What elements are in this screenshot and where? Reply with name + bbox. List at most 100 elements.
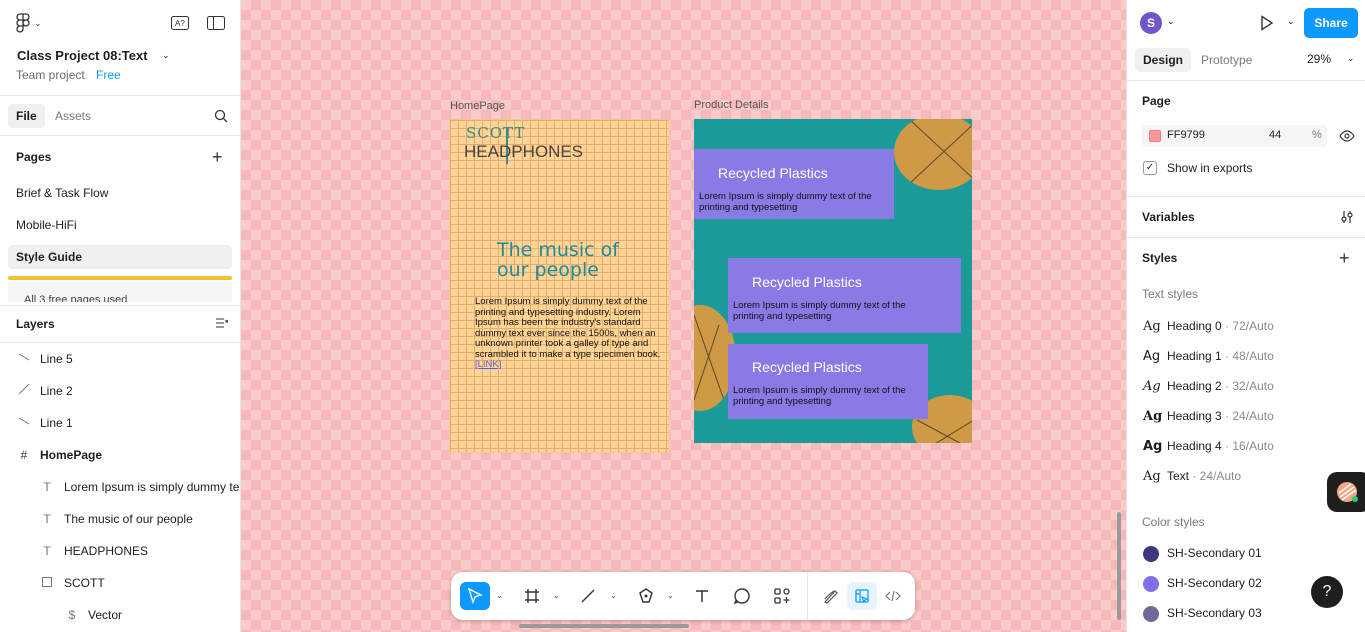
share-button[interactable]: Share	[1304, 8, 1358, 38]
color-opacity[interactable]: 44	[1269, 129, 1281, 141]
free-pages-note: All 3 free pages used	[8, 282, 232, 302]
page-item-brief[interactable]: Brief & Task Flow	[8, 181, 232, 205]
color-style-item[interactable]: SH-Secondary 01	[1143, 546, 1262, 566]
avatar[interactable]: S	[1140, 12, 1162, 34]
present-button[interactable]	[1257, 14, 1277, 32]
layer-row[interactable]: Line 1	[0, 407, 240, 439]
design-mode-button[interactable]	[847, 582, 877, 610]
plugin-widget[interactable]	[1327, 472, 1365, 512]
text-style-item[interactable]: Ag Heading 0 · 72/Auto	[1143, 319, 1274, 339]
logo-headphones[interactable]: HEADPHONES	[464, 142, 583, 162]
product-card[interactable]: Recycled Plastics Lorem Ipsum is simply …	[694, 149, 894, 219]
draw-icon	[824, 590, 838, 604]
layer-label: Vector	[88, 608, 123, 622]
layer-row[interactable]: # HomePage	[0, 439, 240, 471]
vertical-scrollbar[interactable]	[1117, 512, 1121, 620]
project-title[interactable]: Class Project 08:Text	[17, 48, 148, 63]
card-title: Recycled Plastics	[752, 359, 862, 375]
percent-sign: %	[1312, 129, 1322, 141]
card-body: Lorem Ipsum is simply dummy text of the …	[733, 385, 906, 407]
color-swatch[interactable]	[1149, 130, 1161, 142]
visibility-toggle[interactable]	[1337, 127, 1357, 145]
logo-scott[interactable]: SCOTT	[466, 124, 525, 142]
text-style-name: Heading 2	[1167, 379, 1222, 393]
layer-row[interactable]: $ Vector	[0, 599, 240, 631]
chevron-down-icon[interactable]: ⌄	[1287, 16, 1295, 27]
page-item-mobile-hifi[interactable]: Mobile-HiFi	[8, 213, 232, 237]
help-button[interactable]: ?	[1311, 576, 1343, 608]
pen-tool-button[interactable]	[631, 582, 661, 610]
color-style-item[interactable]: SH-Secondary 02	[1143, 576, 1262, 596]
layer-row[interactable]: Line 5	[0, 343, 240, 375]
text-styles-heading: Text styles	[1142, 287, 1199, 301]
line-tool-button[interactable]	[573, 582, 603, 610]
frame-label-product[interactable]: Product Details	[694, 99, 769, 111]
show-in-exports-checkbox[interactable]: ✓	[1143, 161, 1157, 175]
chevron-down-icon[interactable]: ⌄	[610, 591, 617, 600]
text-style-item[interactable]: Ag Heading 4 · 16/Auto	[1143, 439, 1274, 459]
chevron-down-icon[interactable]: ⌄	[1347, 53, 1355, 64]
page-color-field[interactable]: FF9799 44 %	[1142, 125, 1327, 147]
divider	[0, 305, 240, 306]
body-text[interactable]: Lorem Ipsum is simply dummy text of the …	[475, 296, 665, 371]
product-details-frame[interactable]: Recycled Plastics Lorem Ipsum is simply …	[694, 119, 972, 443]
chevron-down-icon[interactable]: ⌄	[553, 591, 560, 600]
canvas[interactable]: HomePage SCOTT HEADPHONES The music of o…	[241, 0, 1126, 632]
layer-row[interactable]: T HEADPHONES	[0, 535, 240, 567]
body-link[interactable]: [LINK]	[475, 359, 501, 370]
headline-text[interactable]: The music of our people	[497, 240, 627, 280]
search-button[interactable]	[211, 107, 231, 125]
actions-tool-button[interactable]	[767, 582, 797, 610]
tab-prototype[interactable]: Prototype	[1193, 48, 1260, 72]
plan-badge[interactable]: Free	[96, 68, 121, 82]
tab-design[interactable]: Design	[1135, 48, 1192, 72]
eye-icon	[1339, 130, 1355, 142]
ai-text-button[interactable]: A?	[170, 14, 190, 32]
add-style-icon[interactable]: +	[1339, 249, 1350, 267]
chevron-down-icon[interactable]: ⌄	[496, 591, 503, 600]
toggle-sidebar-button[interactable]	[206, 14, 226, 32]
collapse-layers-button[interactable]	[212, 314, 232, 332]
variables-settings-button[interactable]	[1337, 208, 1357, 226]
draw-mode-button[interactable]	[816, 582, 846, 610]
layer-row[interactable]: SCOTT	[0, 567, 240, 599]
chevron-down-icon[interactable]: ⌄	[162, 50, 170, 61]
text-style-item[interactable]: Ag Text · 24/Auto	[1143, 469, 1241, 489]
move-tool-button[interactable]	[460, 582, 490, 610]
project-header: ⌄ A? Class Project 08:Text ⌄ Team projec…	[0, 0, 240, 96]
tab-file[interactable]: File	[8, 104, 45, 128]
tab-assets[interactable]: Assets	[47, 104, 99, 128]
left-panel: ⌄ A? Class Project 08:Text ⌄ Team projec…	[0, 0, 241, 632]
layers-heading: Layers	[16, 317, 55, 331]
color-hex[interactable]: FF9799	[1167, 129, 1205, 141]
text-style-item[interactable]: Ag Heading 3 · 24/Auto	[1143, 409, 1274, 429]
chevron-down-icon[interactable]: ⌄	[1167, 16, 1175, 27]
text-style-item[interactable]: Ag Heading 2 · 32/Auto	[1143, 379, 1274, 399]
text-icon: T	[43, 480, 51, 494]
card-title: Recycled Plastics	[718, 165, 828, 181]
line-icon	[581, 589, 595, 603]
text-style-icon: Ag	[1143, 409, 1163, 424]
layer-label: Lorem Ipsum is simply dummy text	[64, 480, 240, 494]
horizontal-scrollbar[interactable]	[519, 624, 689, 628]
layer-row[interactable]: T Lorem Ipsum is simply dummy text	[0, 471, 240, 503]
product-card[interactable]: Recycled Plastics Lorem Ipsum is simply …	[728, 258, 961, 333]
text-style-item[interactable]: Ag Heading 1 · 48/Auto	[1143, 349, 1274, 369]
layer-row[interactable]: T The music of our people	[0, 503, 240, 535]
chevron-down-icon[interactable]: ⌄	[667, 591, 674, 600]
add-page-icon[interactable]: +	[212, 148, 223, 166]
team-label[interactable]: Team project	[16, 68, 85, 82]
dev-mode-button[interactable]	[878, 582, 908, 610]
homepage-frame[interactable]: SCOTT HEADPHONES The music of our people…	[450, 120, 669, 452]
frame-label-homepage[interactable]: HomePage	[450, 100, 505, 112]
product-card[interactable]: Recycled Plastics Lorem Ipsum is simply …	[728, 344, 928, 419]
layer-row[interactable]: Line 2	[0, 375, 240, 407]
color-style-item[interactable]: SH-Secondary 03	[1143, 606, 1262, 626]
text-tool-button[interactable]	[687, 582, 717, 610]
comment-tool-button[interactable]	[727, 582, 757, 610]
left-tabs: File Assets	[0, 96, 240, 136]
zoom-level[interactable]: 29%	[1307, 52, 1331, 66]
page-item-style-guide[interactable]: Style Guide	[8, 245, 232, 269]
frame-tool-button[interactable]	[517, 582, 547, 610]
main-menu-button[interactable]: ⌄	[16, 13, 46, 33]
